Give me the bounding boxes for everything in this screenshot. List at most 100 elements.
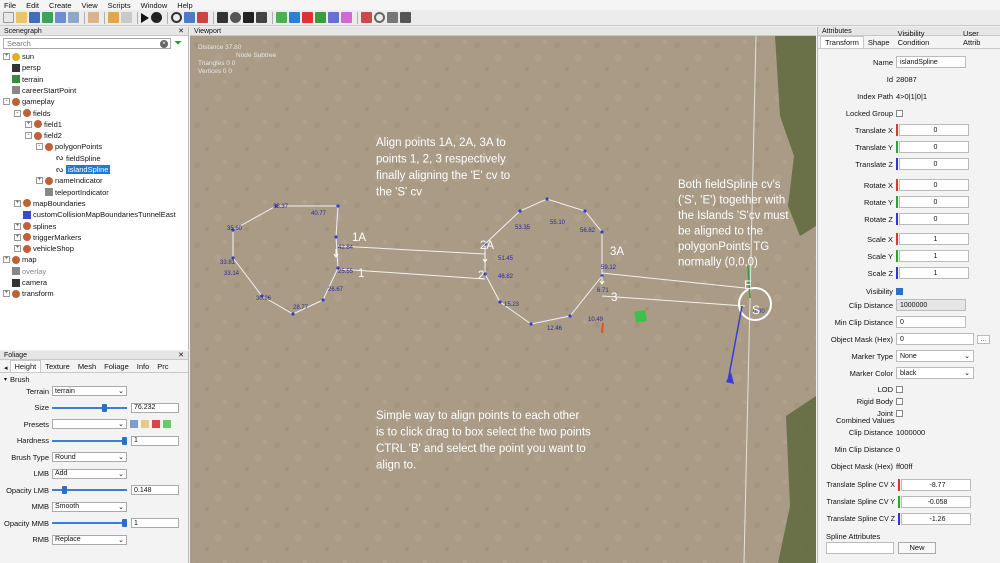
water-icon[interactable] <box>328 12 339 23</box>
collapse-icon[interactable]: - <box>36 143 43 151</box>
spline-cv-point[interactable] <box>334 235 338 239</box>
slider-handle[interactable] <box>122 436 127 445</box>
refresh-icon[interactable] <box>42 12 53 23</box>
expand-icon[interactable]: + <box>3 290 10 298</box>
snap-icon[interactable] <box>256 12 267 23</box>
move-icon[interactable] <box>217 12 228 23</box>
new-spline-attribute-button[interactable]: New <box>898 542 936 554</box>
brush-setting-select[interactable]: Add ⌄ <box>52 468 127 479</box>
attribute-input[interactable]: 0 <box>899 158 969 170</box>
viewport-panel[interactable]: Viewport Distance 37.80 Node Subtree Trian… <box>190 27 816 563</box>
expand-icon[interactable]: + <box>3 256 10 264</box>
decal-icon[interactable] <box>341 12 352 23</box>
play-icon[interactable] <box>141 12 149 23</box>
brush-setting-select[interactable]: Round ⌄ <box>52 452 127 462</box>
paint-icon[interactable] <box>289 12 300 23</box>
tab-user-attrib[interactable]: User Attrib <box>959 28 1000 48</box>
select-tool-icon[interactable] <box>197 12 208 23</box>
tree-item-careerStartPoint[interactable]: careerStartPoint <box>3 85 76 96</box>
spline-cv-point[interactable] <box>498 300 502 304</box>
ruler-icon[interactable] <box>184 12 195 23</box>
spline-cv-point[interactable] <box>336 204 340 208</box>
brush-setting-value[interactable]: 1 <box>131 518 179 528</box>
collapse-icon[interactable]: - <box>14 109 21 117</box>
brush-setting-value[interactable]: 0.148 <box>131 485 179 495</box>
search-zoom-icon[interactable] <box>171 12 182 23</box>
spline-cv-point[interactable] <box>568 314 572 318</box>
menu-scripts[interactable]: Scripts <box>108 1 131 10</box>
attribute-checkbox[interactable] <box>896 109 903 117</box>
attribute-checkbox[interactable] <box>896 287 903 295</box>
spline-attribute-input[interactable] <box>826 542 894 554</box>
tab-foliage[interactable]: Foliage <box>100 361 133 372</box>
attribute-checkbox[interactable] <box>896 409 903 417</box>
attribute-input[interactable]: 0 <box>899 179 969 191</box>
attribute-input[interactable]: 0 <box>899 141 969 153</box>
spline-cv-point[interactable] <box>291 312 295 316</box>
spline-cv-point[interactable] <box>600 230 604 234</box>
slider-handle[interactable] <box>122 519 127 527</box>
spline-cv-point[interactable] <box>545 197 549 201</box>
tab-texture[interactable]: Texture <box>41 361 74 372</box>
expand-icon[interactable]: + <box>14 222 21 230</box>
expand-icon[interactable]: + <box>14 233 21 241</box>
expand-icon[interactable]: + <box>3 53 10 60</box>
spline-cv-point[interactable] <box>321 298 325 302</box>
brush-setting-slider[interactable] <box>52 485 127 495</box>
tree-item-mapBoundaries[interactable]: + mapBoundaries <box>14 198 86 209</box>
menu-window[interactable]: Window <box>141 1 168 10</box>
expand-icon[interactable]: + <box>25 120 32 128</box>
tree-item-sun[interactable]: + sun <box>3 51 34 62</box>
slider-handle[interactable] <box>62 486 68 494</box>
collapse-icon[interactable]: - <box>3 98 10 106</box>
tree-item-customCollisionMapBoundariesTunnelEast[interactable]: customCollisionMapBoundariesTunnelEast <box>14 209 176 220</box>
brush-setting-select[interactable]: Replace ⌄ <box>52 534 127 545</box>
brush-setting-select[interactable]: ⌄ <box>52 419 127 429</box>
viewport-scene[interactable]: Distance 37.80Node SubtreeTriangles 0 0V… <box>190 36 816 563</box>
attribute-input[interactable]: 1 <box>899 250 969 262</box>
rotate-icon[interactable] <box>230 12 241 23</box>
tree-item-vehicleShop[interactable]: + vehicleShop <box>14 243 74 254</box>
attribute-checkbox[interactable] <box>896 385 903 393</box>
save-all-icon[interactable] <box>55 12 66 23</box>
lock-icon[interactable] <box>400 12 411 23</box>
tree-item-teleportIndicator[interactable]: teleportIndicator <box>36 187 109 198</box>
tab-transform[interactable]: Transform <box>820 36 864 48</box>
redo-icon[interactable] <box>121 12 132 23</box>
tree-item-camera[interactable]: camera <box>3 277 47 288</box>
attribute-input[interactable]: 0 <box>896 333 974 345</box>
menu-help[interactable]: Help <box>177 1 192 10</box>
more-options-button[interactable]: … <box>977 334 990 344</box>
gear-icon[interactable] <box>374 12 385 23</box>
export-icon[interactable] <box>68 12 79 23</box>
building-icon[interactable] <box>361 12 372 23</box>
attribute-input[interactable]: 0 <box>899 213 969 225</box>
tree-item-terrain[interactable]: terrain <box>3 74 43 85</box>
tab-scroll-left-icon[interactable]: ◂ <box>2 364 10 372</box>
tree-item-gameplay[interactable]: - gameplay <box>3 96 55 107</box>
tab-info[interactable]: Info <box>133 361 154 372</box>
menu-view[interactable]: View <box>82 1 98 10</box>
wrench-icon[interactable] <box>387 12 398 23</box>
filter-icon[interactable]: ⏷ <box>174 38 182 49</box>
tree-item-map[interactable]: + map <box>3 254 37 265</box>
brush-setting-slider[interactable] <box>52 436 127 446</box>
tree-item-fieldSpline[interactable]: ᔓ fieldSpline <box>47 153 101 164</box>
attribute-select[interactable]: None ⌄ <box>896 350 974 362</box>
brush-setting-select[interactable]: terrain ⌄ <box>52 386 127 396</box>
spline-cv-point[interactable] <box>529 322 533 326</box>
foliage-close-icon[interactable]: ✕ <box>178 351 184 359</box>
tree-item-field1[interactable]: + field1 <box>25 119 62 130</box>
attribute-input[interactable]: -8.77 <box>901 479 971 491</box>
brush-setting-slider[interactable] <box>52 518 127 528</box>
menu-file[interactable]: File <box>4 1 16 10</box>
refresh-preset-icon[interactable] <box>163 420 171 428</box>
tree-item-triggerMarkers[interactable]: + triggerMarkers <box>14 232 81 243</box>
clear-search-icon[interactable]: × <box>160 40 168 48</box>
tree-item-field2[interactable]: - field2 <box>25 130 62 141</box>
hand-icon[interactable] <box>88 12 99 23</box>
menu-create[interactable]: Create <box>49 1 72 10</box>
expand-icon[interactable]: + <box>14 199 21 207</box>
tree-item-persp[interactable]: persp <box>3 62 41 73</box>
attribute-input[interactable]: -1.26 <box>901 513 971 525</box>
